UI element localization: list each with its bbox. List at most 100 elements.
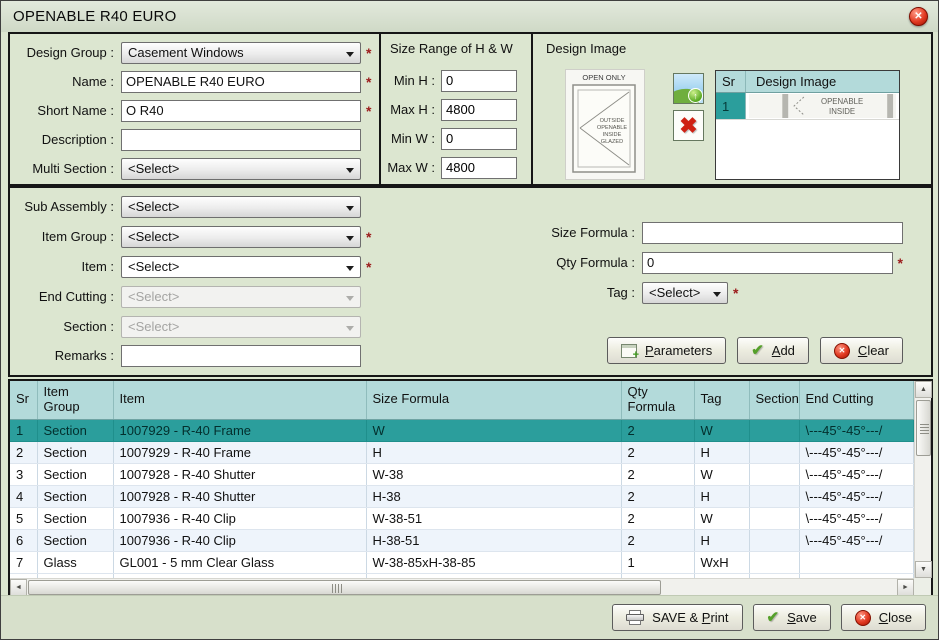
design-image-thumbnail: OPENABLE INSIDE <box>746 93 899 119</box>
upload-image-button[interactable]: ↑ <box>673 73 704 104</box>
thumb-grip <box>332 584 343 593</box>
check-icon: ✔ <box>767 610 780 625</box>
svg-text:INSIDE: INSIDE <box>829 107 855 116</box>
item-entry-panel: Sub Assembly : <Select> Item Group : <Se… <box>8 186 933 377</box>
thumb-grip <box>920 423 929 434</box>
table-row[interactable]: 7Glass GL001 - 5 mm Clear GlassW-38-85xH… <box>10 551 914 573</box>
required-asterisk: * <box>366 74 371 90</box>
required-asterisk: * <box>898 255 903 271</box>
design-preview-image: OPEN ONLY OUTSIDE OPENABLE INSIDE GLAZED <box>566 70 644 179</box>
delete-x-icon: ✖ <box>679 115 697 137</box>
red-x-icon: ✕ <box>834 343 850 359</box>
size-range-title: Size Range of H & W <box>390 41 513 56</box>
horizontal-scroll-thumb[interactable] <box>28 580 661 595</box>
close-icon[interactable]: ✕ <box>909 7 928 26</box>
end-cutting-label: End Cutting : <box>10 289 121 304</box>
item-select[interactable]: <Select> <box>121 256 361 278</box>
sub-assembly-select[interactable]: <Select> <box>121 196 361 218</box>
col-qty-formula[interactable]: Qty Formula <box>621 381 694 419</box>
chevron-down-icon <box>346 52 354 57</box>
sub-assembly-value: <Select> <box>128 199 179 214</box>
close-x-glyph: ✕ <box>914 11 922 22</box>
design-image-table-header: Sr Design Image <box>716 71 899 93</box>
vertical-scroll-thumb[interactable] <box>916 400 931 456</box>
min-w-label: Min W : <box>381 131 441 146</box>
name-field[interactable] <box>121 71 361 93</box>
table-row[interactable]: 2Section 1007929 - R-40 FrameH 2H \---45… <box>10 441 914 463</box>
table-row[interactable]: 6Section 1007936 - R-40 ClipH-38-51 2H \… <box>10 529 914 551</box>
design-image-title: Design Image <box>546 41 626 56</box>
design-group-value: Casement Windows <box>128 45 244 60</box>
size-formula-label: Size Formula : <box>530 225 642 240</box>
mini-sr-cell: 1 <box>716 93 746 119</box>
min-h-label: Min H : <box>381 73 441 88</box>
mini-image-header: Design Image <box>746 74 899 89</box>
design-master-dialog: OPENABLE R40 EURO ✕ Design Group : Casem… <box>0 0 939 640</box>
item-group-label: Item Group : <box>10 229 121 244</box>
design-group-select[interactable]: Casement Windows <box>121 42 361 64</box>
close-button[interactable]: ✕ Close <box>841 604 926 631</box>
chevron-down-icon <box>346 168 354 173</box>
qty-formula-label: Qty Formula : <box>530 255 642 270</box>
design-image-row[interactable]: 1 OPENABLE INSIDE <box>716 93 899 120</box>
save-print-button[interactable]: SAVE & Print <box>612 604 742 631</box>
scroll-left-icon[interactable]: ◄ <box>10 579 27 596</box>
remarks-field[interactable] <box>121 345 361 367</box>
chevron-down-icon <box>346 236 354 241</box>
required-asterisk: * <box>366 229 371 245</box>
item-group-value: <Select> <box>128 229 179 244</box>
thumbnail-graphic: OPENABLE INSIDE <box>749 94 896 118</box>
max-h-field[interactable] <box>441 99 517 121</box>
col-sr[interactable]: Sr <box>10 381 37 419</box>
remarks-label: Remarks : <box>10 348 121 363</box>
chevron-down-icon <box>346 206 354 211</box>
table-row[interactable]: 1Section 1007929 - R-40 FrameW 2W \---45… <box>10 419 914 441</box>
max-w-field[interactable] <box>441 157 517 179</box>
size-formula-field[interactable] <box>642 222 903 244</box>
col-end-cutting[interactable]: End Cutting <box>799 381 914 419</box>
svg-text:OPENABLE: OPENABLE <box>821 97 863 106</box>
save-button[interactable]: ✔ Save <box>753 604 831 631</box>
svg-text:OPEN ONLY: OPEN ONLY <box>582 73 625 82</box>
col-size-formula[interactable]: Size Formula <box>366 381 621 419</box>
table-row[interactable]: 5Section 1007936 - R-40 ClipW-38-51 2W \… <box>10 507 914 529</box>
table-row[interactable]: 3Section 1007928 - R-40 ShutterW-38 2W \… <box>10 463 914 485</box>
delete-image-button[interactable]: ✖ <box>673 110 704 141</box>
items-grid: Sr Item Group Item Size Formula Qty Form… <box>10 381 914 578</box>
short-name-field[interactable] <box>121 100 361 122</box>
scroll-down-icon[interactable]: ▼ <box>915 561 932 578</box>
description-field[interactable] <box>121 129 361 151</box>
multi-section-select[interactable]: <Select> <box>121 158 361 180</box>
min-h-field[interactable] <box>441 70 517 92</box>
col-item-group[interactable]: Item Group <box>37 381 113 419</box>
design-image-section: Design Image OPEN ONLY OUTSIDE OPENABLE … <box>533 34 931 184</box>
clear-button[interactable]: ✕ Clear <box>820 337 903 364</box>
svg-text:INSIDE: INSIDE <box>603 132 622 138</box>
qty-formula-field[interactable] <box>642 252 893 274</box>
col-tag[interactable]: Tag <box>694 381 749 419</box>
tag-select[interactable]: <Select> <box>642 282 728 304</box>
horizontal-scrollbar[interactable]: ◄ ► <box>10 578 914 595</box>
item-value: <Select> <box>128 259 179 274</box>
footer-buttons: SAVE & Print ✔ Save ✕ Close <box>612 604 926 631</box>
name-label: Name : <box>10 74 121 89</box>
scroll-right-icon[interactable]: ► <box>897 579 914 596</box>
scroll-up-icon[interactable]: ▲ <box>915 381 932 398</box>
table-row[interactable]: 4Section 1007928 - R-40 ShutterH-38 2H \… <box>10 485 914 507</box>
chevron-down-icon <box>346 326 354 331</box>
item-group-select[interactable]: <Select> <box>121 226 361 248</box>
footer-bar: SAVE & Print ✔ Save ✕ Close <box>1 595 938 639</box>
multi-section-label: Multi Section : <box>10 161 121 176</box>
vertical-scrollbar[interactable]: ▲ ▼ <box>914 381 931 578</box>
check-icon: ✔ <box>751 343 764 358</box>
design-group-label: Design Group : <box>10 45 121 60</box>
chevron-down-icon <box>713 292 721 297</box>
required-asterisk: * <box>733 285 738 301</box>
add-button[interactable]: ✔ Add <box>737 337 809 364</box>
col-item[interactable]: Item <box>113 381 366 419</box>
scrollbar-corner <box>914 578 931 595</box>
min-w-field[interactable] <box>441 128 517 150</box>
parameters-button[interactable]: + Parameters <box>607 337 726 364</box>
col-section[interactable]: Section <box>749 381 799 419</box>
titlebar: OPENABLE R40 EURO ✕ <box>1 1 938 32</box>
